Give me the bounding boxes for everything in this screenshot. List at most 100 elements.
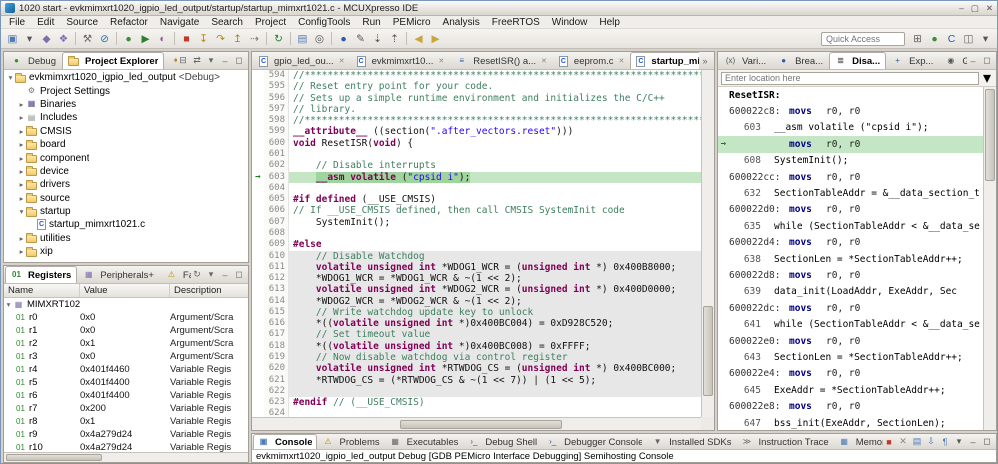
tab-instruction-trace[interactable]: ≫Instruction Trace — [736, 434, 833, 449]
quick-access-input[interactable] — [821, 32, 905, 46]
debug-icon[interactable]: ● — [120, 31, 137, 47]
tab-installed-sdks[interactable]: ▼Installed SDKs — [647, 434, 736, 449]
tab-registers[interactable]: 01Registers — [5, 266, 77, 283]
tab-close-icon[interactable]: ✕ — [339, 57, 345, 65]
tree-item[interactable]: ▸board — [4, 138, 248, 151]
new-source-icon[interactable]: ▤ — [294, 31, 311, 47]
menu-source[interactable]: Source — [60, 17, 104, 28]
menu-file[interactable]: File — [3, 17, 31, 28]
maximize-icon[interactable]: ◻ — [233, 55, 245, 67]
menu-run[interactable]: Run — [356, 17, 386, 28]
menu-pemicro[interactable]: PEMicro — [387, 17, 437, 28]
scrollbar-thumb[interactable] — [400, 420, 562, 429]
tab-startup[interactable]: Cstartup_mimx...✕ — [630, 52, 699, 69]
editor-code-area[interactable]: 594//***********************************… — [252, 70, 701, 417]
register-row[interactable]: 01r40x401f4460Variable Regis — [4, 363, 248, 376]
scrollbar-thumb[interactable] — [6, 454, 102, 461]
tree-item[interactable]: Cstartup_mimxrt1021.c — [4, 218, 248, 231]
tab-close-icon[interactable]: ✕ — [541, 57, 547, 65]
register-row[interactable]: 01r20x1Argument/Scra — [4, 337, 248, 350]
tree-item[interactable]: ▸CMSIS — [4, 125, 248, 138]
menu-project[interactable]: Project — [249, 17, 292, 28]
instruction-stepping-icon[interactable]: ⇢ — [246, 31, 263, 47]
close-window-icon[interactable]: ✕ — [986, 3, 993, 14]
link-with-editor-icon[interactable]: ⇄ — [191, 55, 203, 67]
tree-item[interactable]: ▸component — [4, 151, 248, 164]
menu-window[interactable]: Window — [546, 17, 594, 28]
console-output[interactable]: evkmimxrt1020_igpio_led_output Debug [GD… — [252, 450, 996, 462]
view-menu-icon[interactable]: ▾ — [205, 269, 217, 281]
column-header-description[interactable]: Description — [170, 284, 248, 297]
tab-close-icon[interactable]: ✕ — [438, 57, 444, 65]
register-row[interactable]: 01r70x200Variable Regis — [4, 402, 248, 415]
profile-icon[interactable]: ◐ — [154, 31, 171, 47]
toggle-breakpoint-icon[interactable]: ● — [335, 31, 352, 47]
scrollbar-thumb[interactable] — [703, 306, 713, 396]
step-return-icon[interactable]: ↥ — [229, 31, 246, 47]
save-all-icon[interactable]: ❖ — [55, 31, 72, 47]
skip-breakpoints-icon[interactable]: ⊘ — [96, 31, 113, 47]
disassembly-listing[interactable]: ResetISR:600022c8:movsr0, r0603__asm vol… — [718, 87, 983, 430]
tab-debug-shell[interactable]: ›_Debug Shell — [463, 434, 542, 449]
tab-variables[interactable]: (x)Vari... — [719, 52, 772, 69]
tree-item[interactable]: ▸xip — [4, 245, 248, 258]
twisty-icon[interactable]: ▸ — [17, 100, 26, 109]
menu-refactor[interactable]: Refactor — [104, 17, 154, 28]
tab-peripherals[interactable]: ▦Peripherals+ — [77, 266, 160, 283]
tab-expressions[interactable]: +Exp... — [886, 52, 939, 69]
build-icon[interactable]: ⚒ — [79, 31, 96, 47]
ide-perspective-icon[interactable]: ◫ — [960, 31, 977, 47]
register-row[interactable]: 01r90x4a279d24Variable Regis — [4, 428, 248, 441]
perspective-dropdown-icon[interactable]: ▾ — [977, 31, 994, 47]
menu-edit[interactable]: Edit — [31, 17, 60, 28]
menu-analysis[interactable]: Analysis — [437, 17, 486, 28]
tree-item[interactable]: ⚙Project Settings — [4, 84, 248, 97]
minimize-window-icon[interactable]: – — [959, 3, 964, 14]
minimize-icon[interactable]: – — [219, 269, 231, 281]
maximize-window-icon[interactable]: ▢ — [971, 3, 979, 14]
tree-item[interactable]: ▸▤Includes — [4, 111, 248, 124]
editor-tab-overflow-icon[interactable]: » — [699, 55, 711, 67]
maximize-icon[interactable]: ◻ — [981, 55, 993, 67]
tab-debug[interactable]: ●Debug — [5, 52, 62, 69]
display-selected-console-icon[interactable]: ▾ — [953, 436, 965, 448]
minimize-icon[interactable]: – — [967, 55, 979, 67]
search-icon[interactable]: ◎ — [311, 31, 328, 47]
scroll-lock-icon[interactable]: ⇩ — [925, 436, 937, 448]
tab-debugger-console[interactable]: ›_Debugger Console — [542, 434, 647, 449]
prev-annotation-icon[interactable]: ⇡ — [386, 31, 403, 47]
tree-item[interactable]: ▸drivers — [4, 178, 248, 191]
tab-problems[interactable]: ⚠Problems — [317, 434, 384, 449]
registers-rows[interactable]: ▾▦MIMXRT102...01r00x0Argument/Scra01r10x… — [4, 298, 248, 452]
minimize-icon[interactable]: – — [219, 55, 231, 67]
menu-help[interactable]: Help — [593, 17, 626, 28]
clear-console-icon[interactable]: ▤ — [911, 436, 923, 448]
editor-vscrollbar[interactable] — [701, 70, 714, 417]
tab-faults[interactable]: ⚠Faults — [160, 266, 191, 283]
twisty-icon[interactable]: ▸ — [17, 194, 26, 203]
twisty-icon[interactable]: ▾ — [17, 207, 26, 216]
tab-memory[interactable]: ▦Memory — [834, 434, 883, 449]
register-row[interactable]: 01r00x0Argument/Scra — [4, 311, 248, 324]
twisty-icon[interactable]: ▸ — [17, 113, 26, 122]
tree-item[interactable]: ▸▦Binaries — [4, 98, 248, 111]
maximize-icon[interactable]: ◻ — [233, 269, 245, 281]
disassembly-vscrollbar[interactable] — [983, 87, 996, 430]
tree-item[interactable]: ▸source — [4, 192, 248, 205]
debug-perspective-icon[interactable]: ● — [926, 31, 943, 47]
twisty-icon[interactable]: ▸ — [17, 140, 26, 149]
menu-search[interactable]: Search — [205, 17, 249, 28]
tab-resetisr[interactable]: ≡ResetISR() a...✕ — [450, 52, 553, 69]
run-icon[interactable]: ▶ — [137, 31, 154, 47]
annotation-pencil-icon[interactable]: ✎ — [352, 31, 369, 47]
project-tree[interactable]: ▾evkmimxrt1020_igpio_led_output<Debug>⚙P… — [4, 70, 248, 262]
terminate-icon[interactable]: ■ — [883, 436, 895, 448]
register-row[interactable]: 01r60x401f4400Variable Regis — [4, 389, 248, 402]
tab-executables[interactable]: ▦Executables — [385, 434, 464, 449]
word-wrap-icon[interactable]: ¶ — [939, 436, 951, 448]
window-grid-icon[interactable]: ⊞ — [909, 31, 926, 47]
tree-item[interactable]: ▸device — [4, 165, 248, 178]
terminate-icon[interactable]: ■ — [178, 31, 195, 47]
column-header-name[interactable]: Name — [4, 284, 80, 297]
tab-disassembly[interactable]: ≣Disa... — [829, 52, 886, 69]
